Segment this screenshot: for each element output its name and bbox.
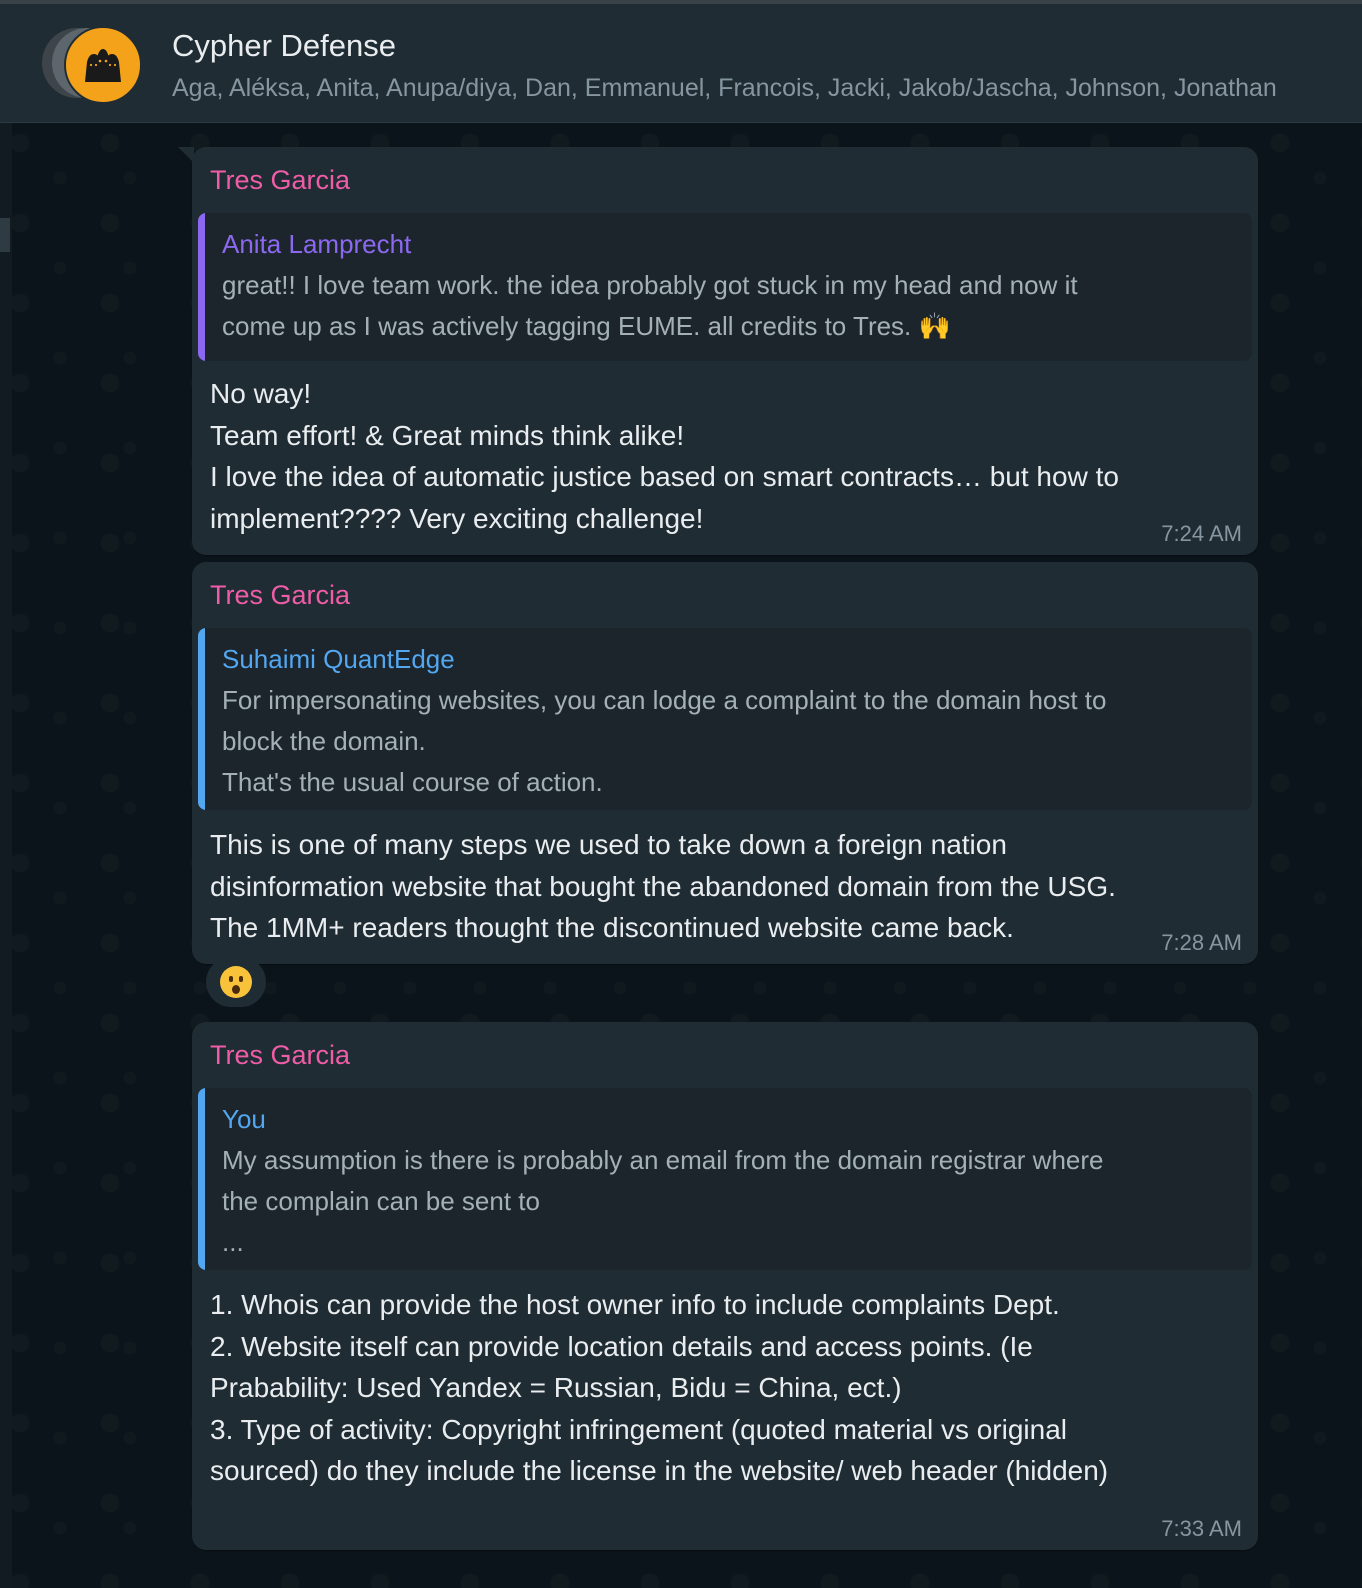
quote-line: the complain can be sent to <box>222 1186 540 1216</box>
message-bubble[interactable]: Tres Garcia You My assumption is there i… <box>192 1022 1258 1550</box>
message-text: This is one of many steps we used to tak… <box>210 824 1116 949</box>
message-bubble[interactable]: Tres Garcia Suhaimi QuantEdge For impers… <box>192 562 1258 964</box>
message-sender[interactable]: Tres Garcia <box>210 580 350 611</box>
reaction-badge[interactable] <box>206 957 266 1007</box>
quote-text: My assumption is there is probably an em… <box>222 1140 1212 1263</box>
group-avatar[interactable] <box>64 26 142 104</box>
hooded-figures-icon <box>85 49 121 82</box>
message-line: implement???? Very exciting challenge! <box>210 502 704 534</box>
quoted-message[interactable]: Anita Lamprecht great!! I love team work… <box>198 213 1252 361</box>
quoted-message[interactable]: You My assumption is there is probably a… <box>198 1088 1252 1270</box>
quoted-message[interactable]: Suhaimi QuantEdge For impersonating webs… <box>198 628 1252 810</box>
quote-author: You <box>222 1104 266 1134</box>
message-line: Prabability: Used Yandex = Russian, Bidu… <box>210 1372 902 1403</box>
message-sender[interactable]: Tres Garcia <box>210 1040 350 1071</box>
message-time: 7:24 AM <box>1161 521 1242 546</box>
message-text: 1. Whois can provide the host owner info… <box>210 1284 1108 1492</box>
surprised-face-icon <box>220 966 252 998</box>
message-line: 1. Whois can provide the host owner info… <box>210 1289 1060 1320</box>
chat-title[interactable]: Cypher Defense <box>172 28 396 64</box>
message-sender[interactable]: Tres Garcia <box>210 165 350 196</box>
chat-members[interactable]: Aga, Aléksa, Anita, Anupa/diya, Dan, Emm… <box>172 74 1357 103</box>
quote-text: For impersonating websites, you can lodg… <box>222 680 1212 803</box>
quote-author: Anita Lamprecht <box>222 229 412 259</box>
quote-line: great!! I love team work. the idea proba… <box>222 270 1078 300</box>
message-bubble[interactable]: Tres Garcia Anita Lamprecht great!! I lo… <box>178 147 1258 555</box>
quote-accent-bar <box>198 628 205 810</box>
quote-accent-bar <box>198 1088 205 1270</box>
quote-line: block the domain. <box>222 726 426 756</box>
message-line: disinformation website that bought the a… <box>210 870 1116 902</box>
message-line: sourced) do they include the license in … <box>210 1455 1109 1486</box>
quote-line: For impersonating websites, you can lodg… <box>222 685 1107 715</box>
quote-text: great!! I love team work. the idea proba… <box>222 265 1212 347</box>
quote-line: ... <box>222 1227 244 1257</box>
message-line: I love the idea of automatic justice bas… <box>210 461 1119 492</box>
quote-line: That's the usual course of action. <box>222 767 603 797</box>
scroll-indicator[interactable] <box>0 218 10 252</box>
message-line: No way! <box>210 378 312 409</box>
quote-line: My assumption is there is probably an em… <box>222 1145 1104 1175</box>
quote-accent-bar <box>198 213 205 361</box>
message-time: 7:33 AM <box>1161 1516 1242 1541</box>
message-line: This is one of many steps we used to tak… <box>210 829 1007 860</box>
quote-author: Suhaimi QuantEdge <box>222 644 455 674</box>
sidebar-edge <box>0 123 12 1588</box>
message-line: Team effort! & Great minds think alike! <box>210 419 685 451</box>
chat-header[interactable]: Cypher Defense Aga, Aléksa, Anita, Anupa… <box>0 4 1362 123</box>
group-avatar-stack[interactable] <box>42 26 142 104</box>
message-line: The 1MM+ readers thought the discontinue… <box>210 912 1014 943</box>
quote-line: come up as I was actively tagging EUME. … <box>222 311 951 341</box>
message-text: No way! Team effort! & Great minds think… <box>210 373 1119 539</box>
message-line: 2. Website itself can provide location d… <box>210 1330 1033 1362</box>
message-time: 7:28 AM <box>1161 930 1242 955</box>
message-line: 3. Type of activity: Copyright infringem… <box>210 1413 1068 1445</box>
